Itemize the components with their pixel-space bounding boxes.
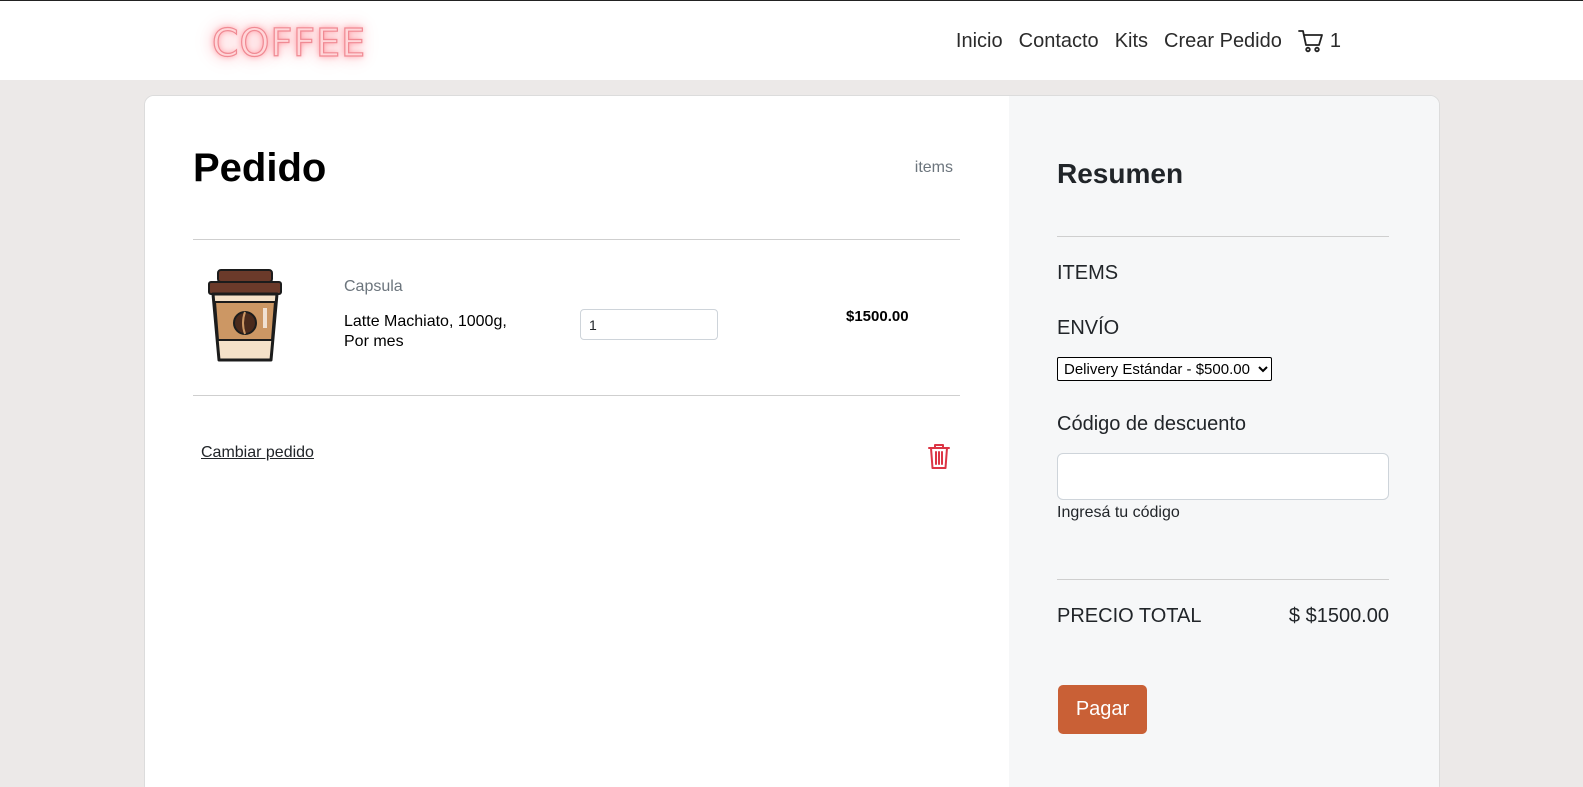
discount-label: Código de descuento (1057, 413, 1247, 435)
total-value: $ $1500.00 (1288, 605, 1389, 627)
quantity-input[interactable] (580, 309, 718, 340)
discount-help-text: Ingresá tu código (1057, 504, 1180, 521)
summary-section: Resumen ITEMS ENVÍO Delivery Estándar - … (1009, 96, 1439, 787)
nav-link-kits[interactable]: Kits (1115, 30, 1148, 53)
product-category: Capsula (344, 278, 403, 295)
coffee-cup-icon (208, 269, 282, 362)
shipping-label: ENVÍO (1057, 317, 1120, 339)
brand-logo[interactable]: COFFEE (211, 19, 366, 67)
divider (193, 395, 960, 396)
change-order-link[interactable]: Cambiar pedido (201, 444, 314, 462)
items-count: items (914, 159, 953, 176)
cart-count: 1 (1329, 29, 1341, 52)
pay-button[interactable]: Pagar (1058, 685, 1147, 734)
shipping-select[interactable]: Delivery Estándar - $500.00 (1057, 357, 1272, 381)
nav-link-crear-pedido[interactable]: Crear Pedido (1164, 30, 1282, 53)
page-title: Pedido (193, 146, 327, 190)
divider (1057, 236, 1389, 237)
navbar: COFFEE Inicio Contacto Kits Crear Pedido… (0, 1, 1583, 80)
product-name: Latte Machiato, 1000g, Por mes (344, 313, 507, 350)
discount-code-input[interactable] (1057, 453, 1389, 500)
trash-icon[interactable] (927, 442, 951, 470)
cart-button[interactable]: 1 (1297, 29, 1341, 53)
summary-title: Resumen (1057, 158, 1184, 189)
divider (1057, 579, 1389, 580)
divider (193, 239, 960, 240)
total-label: PRECIO TOTAL (1057, 605, 1202, 627)
summary-items-label: ITEMS (1057, 262, 1119, 284)
nav-links: Inicio Contacto Kits Crear Pedido 1 (956, 29, 1341, 53)
cart-icon (1297, 30, 1323, 53)
nav-link-contacto[interactable]: Contacto (1019, 30, 1099, 53)
nav-link-inicio[interactable]: Inicio (956, 30, 1003, 53)
product-price: $1500.00 (846, 308, 909, 325)
cart-section: Pedido items Capsula Latte Machiato, 100… (145, 96, 1009, 787)
order-card: Pedido items Capsula Latte Machiato, 100… (144, 95, 1440, 787)
